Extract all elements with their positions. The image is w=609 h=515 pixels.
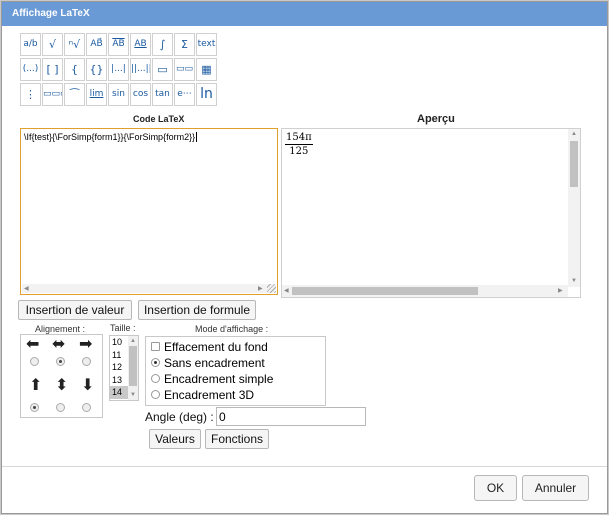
preview-numerator: 154π xyxy=(285,132,313,145)
no-frame-radio[interactable] xyxy=(151,358,160,368)
alignment-label: Alignement : xyxy=(35,324,86,334)
align-top-radio[interactable] xyxy=(30,403,39,412)
left-brace-icon[interactable]: { xyxy=(64,58,85,81)
angle-label: Angle (deg) : xyxy=(145,410,214,424)
mode-option-3d-frame[interactable]: Encadrement 3D xyxy=(151,387,254,403)
alignment-group: ⬅ ⬌ ➡ ⬆ ⬍ ⬇ xyxy=(20,334,103,418)
erase-background-label: Effacement du fond xyxy=(164,340,268,354)
underline-icon[interactable]: AB xyxy=(130,33,151,56)
latex-display-dialog: Affichage LaTeX a/b √ ⁿ√ AB⃗ AB AB ∫ Σ t… xyxy=(1,1,608,514)
absolute-value-icon[interactable]: |...| xyxy=(108,58,129,81)
sqrt-icon[interactable]: √ xyxy=(42,33,63,56)
scroll-up-icon[interactable]: ▲ xyxy=(130,337,136,345)
latex-code-text: \If{test}{\ForSimp{form1}}{\ForSimp{form… xyxy=(24,132,196,142)
text-icon[interactable]: text xyxy=(196,33,217,56)
align-left-radio[interactable] xyxy=(30,357,39,366)
insert-formula-button[interactable]: Insertion de formule xyxy=(138,300,256,320)
erase-background-option[interactable]: Effacement du fond xyxy=(151,339,268,355)
nth-root-icon[interactable]: ⁿ√ xyxy=(64,33,85,56)
align-bottom-radio[interactable] xyxy=(82,403,91,412)
frame-3d-label: Encadrement 3D xyxy=(164,388,255,402)
integral-icon[interactable]: ∫ xyxy=(152,33,173,56)
preview-label: Aperçu xyxy=(417,113,455,125)
no-frame-label: Sans encadrement xyxy=(164,356,265,370)
brackets-icon[interactable]: [ ] xyxy=(42,58,63,81)
preview-vertical-thumb[interactable] xyxy=(570,141,578,187)
sum-icon[interactable]: Σ xyxy=(174,33,195,56)
scroll-right-icon[interactable]: ▶ xyxy=(258,285,263,293)
braces-icon[interactable]: {} xyxy=(86,58,107,81)
limit-icon[interactable]: lim xyxy=(86,83,107,106)
fraction-icon[interactable]: a/b xyxy=(20,33,41,56)
scroll-up-icon[interactable]: ▲ xyxy=(571,130,577,138)
align-left-arrow-icon: ⬅ xyxy=(26,334,40,353)
resize-grip-icon[interactable] xyxy=(267,284,276,293)
footer-divider xyxy=(2,466,607,467)
display-mode-group: Effacement du fond Sans encadrement Enca… xyxy=(145,336,326,406)
angle-input[interactable] xyxy=(216,407,366,426)
ln-icon[interactable]: ln xyxy=(196,83,217,106)
cancel-button[interactable]: Annuler xyxy=(522,475,589,501)
overbrace-icon[interactable]: ⁀ xyxy=(64,83,85,106)
erase-background-checkbox[interactable] xyxy=(151,342,160,352)
text-cursor: ​ xyxy=(196,132,198,142)
values-button[interactable]: Valeurs xyxy=(149,429,201,449)
parentheses-icon[interactable]: (...) xyxy=(20,58,41,81)
preview-horizontal-scrollbar[interactable]: ◀ ▶ xyxy=(282,285,568,297)
size-listbox[interactable]: 10 11 12 13 14 ▲ ▼ xyxy=(109,335,139,401)
insert-value-button[interactable]: Insertion de valeur xyxy=(18,300,132,320)
align-right-arrow-icon: ➡ xyxy=(79,334,93,353)
code-latex-label: Code LaTeX xyxy=(133,114,185,124)
preview-horizontal-thumb[interactable] xyxy=(292,287,478,295)
align-center-radio[interactable] xyxy=(56,357,65,366)
align-center-arrow-icon: ⬌ xyxy=(52,334,66,353)
vertical-stack-icon[interactable]: ⋮ xyxy=(20,83,41,106)
ok-button[interactable]: OK xyxy=(474,475,517,501)
scroll-down-icon[interactable]: ▼ xyxy=(571,277,577,285)
preview-denominator: 125 xyxy=(289,146,309,157)
align-top-arrow-icon: ⬆ xyxy=(29,375,43,394)
align-middle-radio[interactable] xyxy=(56,403,65,412)
tan-icon[interactable]: tan xyxy=(152,83,173,106)
scroll-left-icon[interactable]: ◀ xyxy=(24,285,29,293)
scroll-left-icon[interactable]: ◀ xyxy=(284,287,289,295)
horizontal-boxes-icon[interactable]: ▭▭▭ xyxy=(42,83,63,106)
overline-icon[interactable]: AB xyxy=(108,33,129,56)
exponential-icon[interactable]: e⋯ xyxy=(174,83,195,106)
frame-3d-radio[interactable] xyxy=(151,390,160,400)
mode-option-no-frame[interactable]: Sans encadrement xyxy=(151,355,265,371)
align-middle-arrow-icon: ⬍ xyxy=(55,375,69,394)
size-scrollbar[interactable]: ▲ ▼ xyxy=(128,336,138,400)
size-label: Taille : xyxy=(110,323,136,333)
latex-preview-pane: 154π 125 ▲ ▼ ◀ ▶ xyxy=(281,128,581,298)
functions-button[interactable]: Fonctions xyxy=(205,429,269,449)
align-right-radio[interactable] xyxy=(82,357,91,366)
norm-icon[interactable]: ||...|| xyxy=(130,58,151,81)
matrix-icon[interactable]: ▦ xyxy=(196,58,217,81)
preview-fraction: 154π 125 xyxy=(285,132,313,157)
simple-frame-label: Encadrement simple xyxy=(164,372,274,386)
scroll-right-icon[interactable]: ▶ xyxy=(558,287,563,295)
code-horizontal-scrollbar[interactable]: ◀ ▶ xyxy=(22,284,276,293)
sin-icon[interactable]: sin xyxy=(108,83,129,106)
size-scroll-thumb[interactable] xyxy=(129,346,137,386)
simple-frame-radio[interactable] xyxy=(151,374,160,384)
align-bottom-arrow-icon: ⬇ xyxy=(81,375,95,394)
scroll-down-icon[interactable]: ▼ xyxy=(130,391,136,399)
vector-icon[interactable]: AB⃗ xyxy=(86,33,107,56)
display-mode-label: Mode d'affichage : xyxy=(195,324,269,334)
preview-vertical-scrollbar[interactable]: ▲ ▼ xyxy=(568,129,580,287)
row-vector-icon[interactable]: ▭▭ xyxy=(174,58,195,81)
mode-option-simple-frame[interactable]: Encadrement simple xyxy=(151,371,273,387)
cos-icon[interactable]: cos xyxy=(130,83,151,106)
column-vector-icon[interactable]: ▭ xyxy=(152,58,173,81)
latex-code-editor[interactable]: \If{test}{\ForSimp{form1}}{\ForSimp{form… xyxy=(20,128,278,295)
dialog-title: Affichage LaTeX xyxy=(2,2,607,26)
